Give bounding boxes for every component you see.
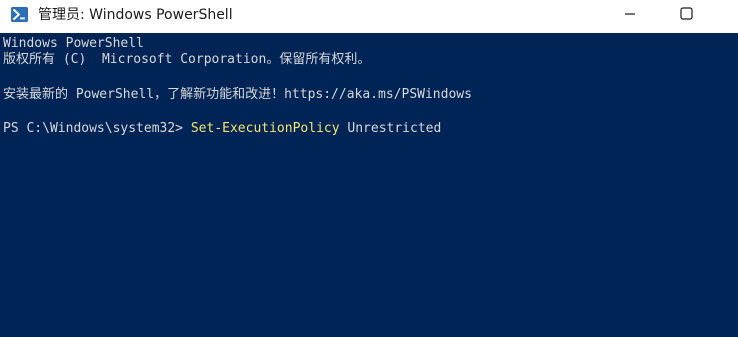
console-argument: Unrestricted — [339, 121, 442, 136]
powershell-window: 管理员: Windows PowerShell Windows PowerShe… — [0, 0, 738, 337]
window-title: 管理员: Windows PowerShell — [38, 7, 233, 23]
console-prompt-line[interactable]: PS C:\Windows\system32> Set-ExecutionPol… — [3, 121, 441, 137]
console-area[interactable]: Windows PowerShell 版权所有 (C) Microsoft Co… — [0, 33, 738, 337]
console-line-copyright: 版权所有 (C) Microsoft Corporation。保留所有权利。 — [3, 52, 371, 67]
console-prompt: PS C:\Windows\system32> — [3, 121, 191, 136]
maximize-icon — [680, 7, 693, 20]
console-command: Set-ExecutionPolicy — [190, 121, 340, 136]
console-line-update-notice: 安装最新的 PowerShell，了解新功能和改进！https://aka.ms… — [3, 87, 472, 102]
minimize-icon — [625, 13, 635, 15]
powershell-icon — [11, 7, 28, 22]
maximize-button[interactable] — [663, 0, 709, 33]
minimize-button[interactable] — [607, 0, 653, 33]
console-line-header: Windows PowerShell — [3, 36, 144, 51]
title-bar[interactable]: 管理员: Windows PowerShell — [0, 0, 738, 33]
